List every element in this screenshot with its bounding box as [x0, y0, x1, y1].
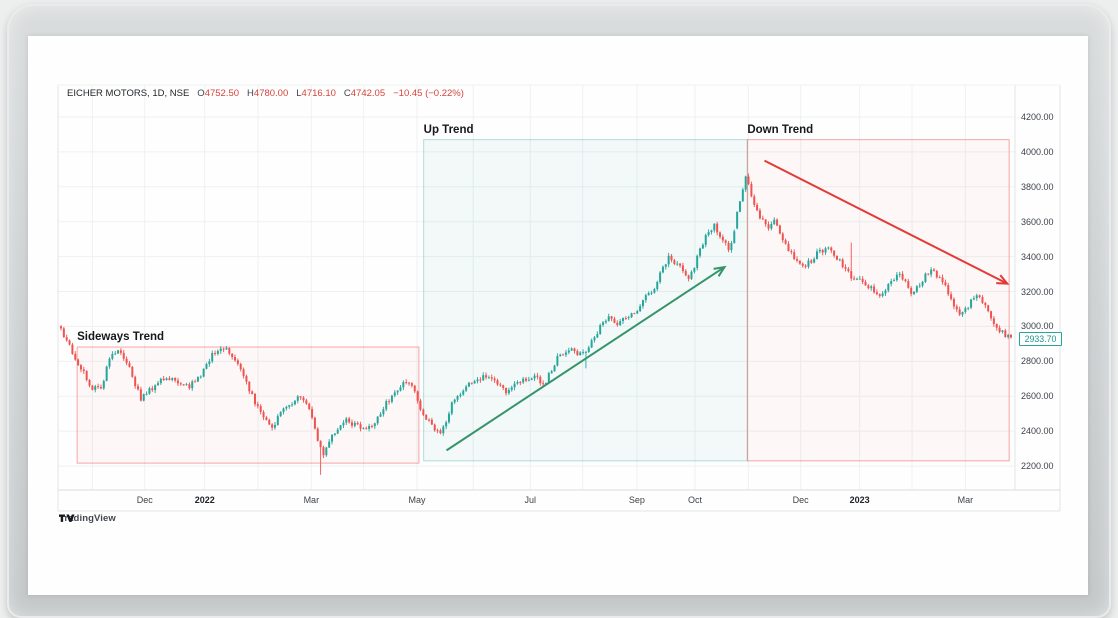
- time-tick-label: 2022: [182, 495, 228, 506]
- time-tick-label: Sep: [614, 495, 660, 506]
- ohlc-H: H4780.00: [247, 88, 288, 99]
- ohlc-values: O4752.50 H4780.00 L4716.10 C4742.05: [197, 88, 385, 99]
- last-price-tag: 2933.70: [1019, 332, 1062, 346]
- trend-box-up: [424, 140, 748, 461]
- price-tick-label: 3000.00: [1021, 321, 1054, 331]
- symbol-title: EICHER MOTORS, 1D, NSE: [67, 88, 189, 99]
- trend-label-down: Down Trend: [747, 124, 813, 136]
- trend-boxes: [77, 140, 1009, 463]
- time-tick-label: Jul: [507, 495, 553, 506]
- time-tick-label: Dec: [778, 495, 824, 506]
- ohlc-C: C4742.05: [344, 88, 385, 99]
- time-tick-label: Oct: [672, 495, 718, 506]
- price-tick-label: 2400.00: [1021, 426, 1054, 436]
- price-tick-label: 2600.00: [1021, 391, 1054, 401]
- time-tick-label: Mar: [288, 495, 334, 506]
- price-tick-label: 3200.00: [1021, 287, 1054, 297]
- ohlc-L: L4716.10: [296, 88, 336, 99]
- time-tick-label: May: [394, 495, 440, 506]
- price-tick-label: 4000.00: [1021, 147, 1054, 157]
- trend-box-down: [747, 140, 1009, 461]
- time-tick-label: 2023: [837, 495, 883, 506]
- tradingview-chart[interactable]: EICHER MOTORS, 1D, NSE O4752.50 H4780.00 L…: [0, 0, 1118, 618]
- time-tick-label: Dec: [122, 495, 168, 506]
- time-tick-label: Mar: [942, 495, 988, 506]
- price-tick-label: 3800.00: [1021, 182, 1054, 192]
- price-tick-label: 3600.00: [1021, 217, 1054, 227]
- price-tick-label: 3400.00: [1021, 252, 1054, 262]
- ohlc-O: O4752.50: [197, 88, 239, 99]
- price-tick-label: 2200.00: [1021, 461, 1054, 471]
- price-tick-label: 2800.00: [1021, 356, 1054, 366]
- symbol-header: EICHER MOTORS, 1D, NSE O4752.50 H4780.00 L…: [67, 88, 464, 99]
- tradingview-logo-icon: [59, 513, 75, 524]
- trend-label-sideways: Sideways Trend: [77, 331, 164, 343]
- change-value: −10.45 (−0.22%): [393, 88, 464, 99]
- price-tick-label: 4200.00: [1021, 112, 1054, 122]
- trend-label-up: Up Trend: [424, 124, 474, 136]
- trend-box-sideways: [77, 347, 419, 463]
- tradingview-watermark[interactable]: TradingView: [59, 513, 116, 524]
